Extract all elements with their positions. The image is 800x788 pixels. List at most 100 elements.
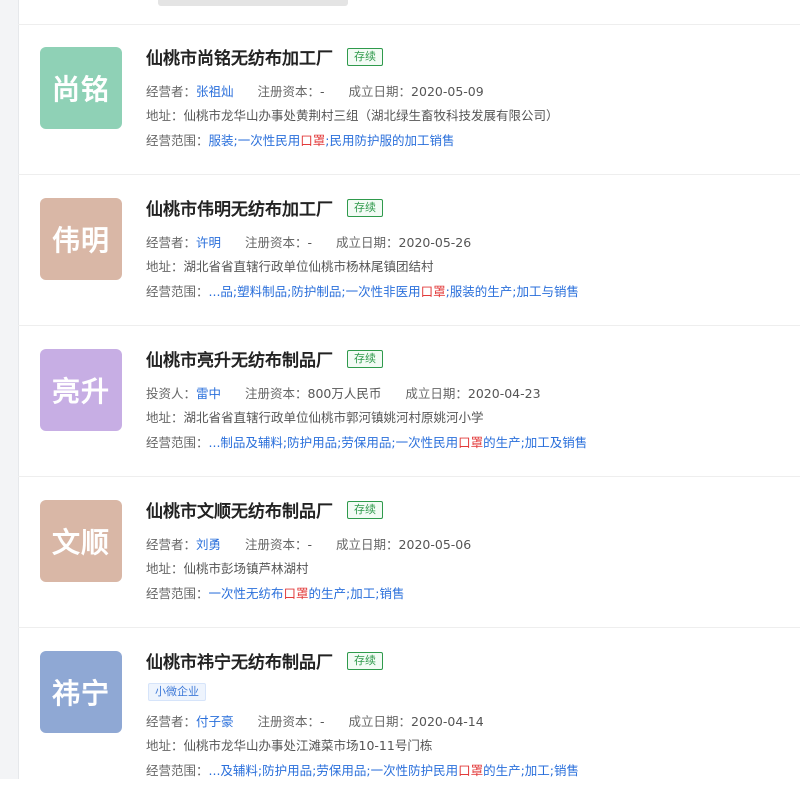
person-label: 经营者： xyxy=(146,84,197,99)
address-label: 地址： xyxy=(146,259,184,274)
address-value: 仙桃市彭场镇芦林湖村 xyxy=(183,561,309,576)
person-link[interactable]: 张祖灿 xyxy=(196,84,234,99)
company-meta-line: 经营者：刘勇 注册资本：- 成立日期：2020-05-06 xyxy=(146,534,471,553)
scope-label: 经营范围： xyxy=(146,586,209,601)
company-meta-line: 经营者：许明 注册资本：- 成立日期：2020-05-26 xyxy=(146,232,471,251)
company-logo: 尚铭 xyxy=(40,47,122,129)
capital-value: - xyxy=(307,235,313,250)
company-card[interactable]: 文顺 仙桃市文顺无纺布制品厂 存续 经营者：刘勇 注册资本：- 成立日期：202… xyxy=(18,477,800,628)
company-address-line: 地址：湖北省省直辖行政单位仙桃市郭河镇姚河村原姚河小学 xyxy=(146,407,484,426)
person-label: 投资人： xyxy=(146,386,197,401)
company-logo: 文顺 xyxy=(40,500,122,582)
capital-label: 注册资本： xyxy=(245,386,308,401)
scope-label: 经营范围： xyxy=(146,133,209,148)
company-card[interactable]: 尚铭 仙桃市尚铭无纺布加工厂 存续 经营者：张祖灿 注册资本：- 成立日期：20… xyxy=(18,24,800,175)
scope-text-tail[interactable]: 的生产;加工及销售 xyxy=(483,435,587,450)
scope-text[interactable]: 服装;一次性民用 xyxy=(209,133,301,148)
left-rail xyxy=(0,0,19,779)
company-logo: 祎宁 xyxy=(40,651,122,733)
company-name-link[interactable]: 仙桃市伟明无纺布加工厂 xyxy=(146,195,333,220)
company-scope-line: 经营范围：一次性无纺布口罩的生产;加工;销售 xyxy=(146,583,404,602)
address-label: 地址： xyxy=(146,738,184,753)
capital-value: - xyxy=(320,84,325,99)
person-link[interactable]: 付子豪 xyxy=(196,714,234,729)
capital-value: - xyxy=(320,714,325,729)
capital-label: 注册资本： xyxy=(245,537,308,552)
company-title-row: 仙桃市伟明无纺布加工厂 存续 xyxy=(146,195,383,220)
company-title-row: 仙桃市尚铭无纺布加工厂 存续 xyxy=(146,44,383,69)
person-label: 经营者： xyxy=(146,235,197,250)
scope-label: 经营范围： xyxy=(146,435,209,450)
scope-highlight: 口罩 xyxy=(300,133,326,148)
capital-label: 注册资本： xyxy=(257,84,321,99)
status-badge: 存续 xyxy=(347,651,383,670)
company-size-tag: 小微企业 xyxy=(148,683,206,701)
scope-text-tail[interactable]: 的生产;加工;销售 xyxy=(309,586,405,601)
company-scope-line: 经营范围：...品;塑料制品;防护制品;一次性非医用口罩;服装的生产;加工与销售 xyxy=(146,281,579,300)
company-title-row: 仙桃市文顺无纺布制品厂 存续 xyxy=(146,497,383,522)
founded-value: 2020-04-23 xyxy=(467,386,541,401)
company-name-link[interactable]: 仙桃市祎宁无纺布制品厂 xyxy=(146,648,333,673)
founded-label: 成立日期： xyxy=(348,84,412,99)
person-link[interactable]: 许明 xyxy=(196,235,221,250)
address-value: 湖北省省直辖行政单位仙桃市郭河镇姚河村原姚河小学 xyxy=(183,410,484,425)
scope-text[interactable]: ...制品及辅料;防护用品;劳保用品;一次性民用 xyxy=(209,435,459,450)
company-name-link[interactable]: 仙桃市亮升无纺布制品厂 xyxy=(146,346,333,371)
capital-label: 注册资本： xyxy=(245,235,308,250)
company-scope-line: 经营范围：...制品及辅料;防护用品;劳保用品;一次性民用口罩的生产;加工及销售 xyxy=(146,432,587,451)
founded-label: 成立日期： xyxy=(405,386,468,401)
scope-text[interactable]: ...及辅料;防护用品;劳保用品;一次性防护民用 xyxy=(209,763,459,778)
address-label: 地址： xyxy=(146,108,184,123)
company-card[interactable]: 伟明 仙桃市伟明无纺布加工厂 存续 经营者：许明 注册资本：- 成立日期：202… xyxy=(18,175,800,326)
address-label: 地址： xyxy=(146,561,184,576)
scope-text[interactable]: ...品;塑料制品;防护制品;一次性非医用 xyxy=(209,284,421,299)
status-badge: 存续 xyxy=(347,47,383,66)
status-badge: 存续 xyxy=(347,198,383,217)
scope-text-tail[interactable]: ;服装的生产;加工与销售 xyxy=(446,284,579,299)
company-logo: 伟明 xyxy=(40,198,122,280)
company-card[interactable]: 祎宁 仙桃市祎宁无纺布制品厂 存续 小微企业 经营者：付子豪 注册资本：- 成立… xyxy=(18,628,800,788)
company-logo: 亮升 xyxy=(40,349,122,431)
company-address-line: 地址：仙桃市彭场镇芦林湖村 xyxy=(146,558,309,577)
previous-card-edge xyxy=(18,0,800,25)
company-name-link[interactable]: 仙桃市文顺无纺布制品厂 xyxy=(146,497,333,522)
previous-card-fragment xyxy=(158,0,348,6)
scope-highlight: 口罩 xyxy=(458,435,484,450)
scope-text-tail[interactable]: 的生产;加工;销售 xyxy=(483,763,579,778)
company-scope-line: 经营范围：...及辅料;防护用品;劳保用品;一次性防护民用口罩的生产;加工;销售 xyxy=(146,760,579,779)
founded-value: 2020-05-06 xyxy=(398,537,472,552)
company-meta-line: 经营者：张祖灿 注册资本：- 成立日期：2020-05-09 xyxy=(146,81,484,100)
scope-highlight: 口罩 xyxy=(458,763,484,778)
founded-label: 成立日期： xyxy=(336,235,399,250)
person-link[interactable]: 雷中 xyxy=(196,386,221,401)
address-label: 地址： xyxy=(146,410,184,425)
capital-label: 注册资本： xyxy=(257,714,321,729)
person-label: 经营者： xyxy=(146,714,197,729)
company-meta-line: 投资人：雷中 注册资本：800万人民币 成立日期：2020-04-23 xyxy=(146,383,541,402)
scope-highlight: 口罩 xyxy=(420,284,446,299)
company-card[interactable]: 亮升 仙桃市亮升无纺布制品厂 存续 投资人：雷中 注册资本：800万人民币 成立… xyxy=(18,326,800,477)
company-scope-line: 经营范围：服装;一次性民用口罩;民用防护服的加工销售 xyxy=(146,130,454,149)
scope-text[interactable]: 一次性无纺布 xyxy=(209,586,284,601)
capital-value: - xyxy=(307,537,313,552)
address-value: 湖北省省直辖行政单位仙桃市杨林尾镇团结村 xyxy=(183,259,434,274)
scope-label: 经营范围： xyxy=(146,284,209,299)
founded-value: 2020-04-14 xyxy=(411,714,484,729)
founded-value: 2020-05-26 xyxy=(398,235,472,250)
company-name-link[interactable]: 仙桃市尚铭无纺布加工厂 xyxy=(146,44,333,69)
founded-label: 成立日期： xyxy=(336,537,399,552)
scope-highlight: 口罩 xyxy=(283,586,309,601)
company-title-row: 仙桃市亮升无纺布制品厂 存续 xyxy=(146,346,383,371)
founded-value: 2020-05-09 xyxy=(411,84,484,99)
company-address-line: 地址：湖北省省直辖行政单位仙桃市杨林尾镇团结村 xyxy=(146,256,434,275)
person-link[interactable]: 刘勇 xyxy=(196,537,221,552)
company-address-line: 地址：仙桃市龙华山办事处黄荆村三组（湖北绿生畜牧科技发展有限公司） xyxy=(146,105,559,124)
scope-text-tail[interactable]: ;民用防护服的加工销售 xyxy=(325,133,454,148)
status-badge: 存续 xyxy=(347,500,383,519)
person-label: 经营者： xyxy=(146,537,197,552)
status-badge: 存续 xyxy=(347,349,383,368)
address-value: 仙桃市龙华山办事处江滩菜市场10-11号门栋 xyxy=(183,738,433,753)
capital-value: 800万人民币 xyxy=(307,386,382,401)
address-value: 仙桃市龙华山办事处黄荆村三组（湖北绿生畜牧科技发展有限公司） xyxy=(183,108,559,123)
company-address-line: 地址：仙桃市龙华山办事处江滩菜市场10-11号门栋 xyxy=(146,735,432,754)
